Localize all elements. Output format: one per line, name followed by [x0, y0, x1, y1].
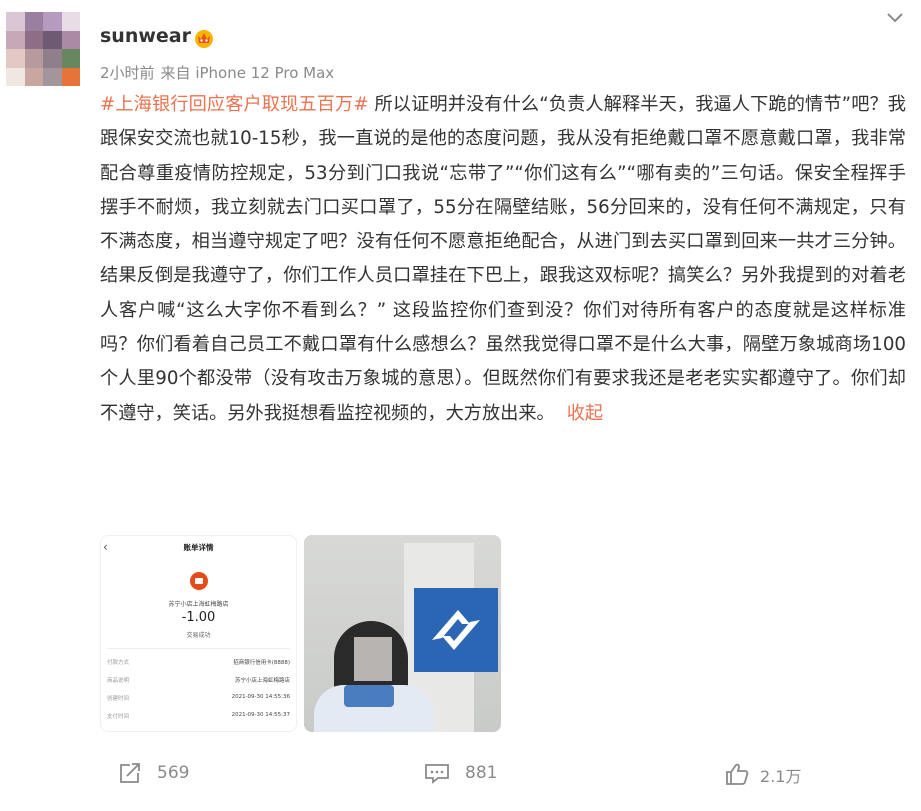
receipt-row-label: 付款方式: [107, 660, 130, 666]
receipt-row-value: 招商银行信用卡(8888): [233, 660, 290, 666]
receipt-status: 交易成功: [186, 632, 211, 639]
vip-crown-icon: [195, 30, 213, 48]
weibo-post-card: sunwear 2小时前 来自 iPhone 12 Pro Max #上海银行回应…: [0, 0, 921, 811]
collapse-link[interactable]: 收起: [567, 403, 603, 424]
receipt-row-label: 支付时间: [107, 714, 130, 720]
post-source: 来自 iPhone 12 Pro Max: [160, 64, 335, 82]
hashtag-link[interactable]: #上海银行回应客户取现五百万#: [100, 94, 369, 115]
thumbs-up-icon: [726, 763, 749, 785]
receipt-row-value: 2021-09-30 14:55:37: [231, 712, 290, 718]
like-button[interactable]: 2.1万: [725, 760, 815, 788]
photo-blurred-face: [354, 637, 392, 681]
receipt-row: 创建时间 2021-09-30 14:55:36: [107, 694, 290, 706]
receipt-row-label: 创建时间: [107, 696, 130, 702]
repost-count: 569: [157, 763, 190, 783]
post-text: #上海银行回应客户取现五百万# 所以证明并没有什么“负责人解释半天，我逼人下跪的…: [100, 88, 906, 431]
receipt-row: 付款方式 招商银行信用卡(8888): [107, 658, 290, 670]
photo-image-thumbnail[interactable]: [304, 535, 501, 732]
receipt-row: 支付时间 2021-09-30 14:55:37: [107, 712, 290, 724]
receipt-row: 商品说明 苏宁小店上海虹梅路店: [107, 676, 290, 688]
receipt-row-label: 商品说明: [107, 678, 130, 684]
post-body: 所以证明并没有什么“负责人解释半天，我逼人下跪的情节”吧？我跟保安交流也就10-…: [100, 94, 906, 424]
receipt-title: 账单详情: [183, 543, 214, 552]
chevron-down-icon[interactable]: [885, 10, 905, 26]
comment-icon: [425, 764, 449, 784]
post-meta: 2小时前 来自 iPhone 12 Pro Max: [100, 62, 334, 83]
repost-button[interactable]: 569: [118, 760, 208, 788]
receipt-divider: [107, 648, 290, 649]
username[interactable]: sunwear: [100, 25, 191, 47]
repost-icon: [120, 763, 140, 783]
receipt-row-value: 苏宁小店上海虹梅路店: [234, 678, 290, 684]
receipt-row-value: 2021-09-30 14:55:36: [231, 694, 290, 700]
receipt-store: 苏宁小店上海虹梅路店: [168, 601, 229, 608]
comment-count: 881: [465, 763, 498, 783]
photo-person-scarf: [344, 685, 394, 707]
comment-button[interactable]: 881: [424, 760, 514, 788]
receipt-image-thumbnail[interactable]: ‹ 账单详情 苏宁小店上海虹梅路店 -1.00 交易成功 付款方式 招商银行信用…: [100, 535, 297, 732]
like-count: 2.1万: [760, 767, 802, 786]
receipt-amount: -1.00: [181, 610, 216, 625]
store-logo-icon: [190, 572, 208, 590]
avatar[interactable]: [6, 12, 80, 86]
bank-logo-sign: [414, 588, 498, 672]
post-time[interactable]: 2小时前: [100, 64, 155, 82]
